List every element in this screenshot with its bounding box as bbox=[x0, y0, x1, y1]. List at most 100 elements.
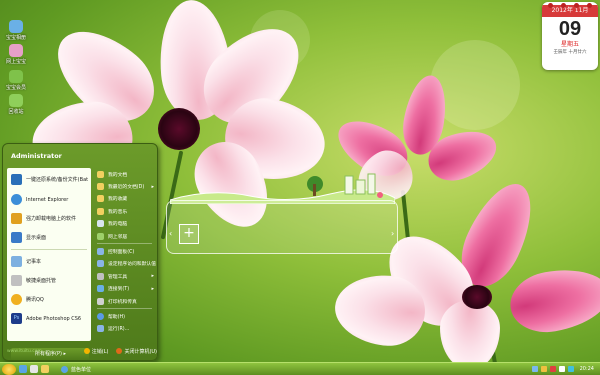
start-menu: Administrator 一键还原系统/备份文件(Bat Internet E… bbox=[2, 143, 158, 361]
widget-prev-arrow[interactable]: ‹ bbox=[169, 229, 172, 238]
desktop-icon-recycle-bin[interactable]: 回收站 bbox=[3, 94, 29, 115]
network-icon bbox=[97, 232, 104, 240]
start-place-label: 控制面板(C) bbox=[108, 250, 135, 256]
submenu-arrow-icon: ▸ bbox=[151, 183, 154, 190]
photo-album-icon bbox=[9, 20, 23, 33]
desktop-icon-label: 回收站 bbox=[8, 109, 24, 115]
start-button[interactable] bbox=[2, 363, 16, 375]
landscape-illustration bbox=[169, 173, 396, 205]
ie-icon bbox=[11, 194, 22, 205]
photo-widget-panel bbox=[166, 200, 398, 254]
submenu-arrow-icon: ▸ bbox=[151, 273, 154, 280]
start-item-show-desktop[interactable]: 显示桌面 bbox=[7, 228, 91, 247]
shutdown-label: 关闭计算机(U) bbox=[124, 348, 157, 355]
start-item-label: 记事本 bbox=[26, 259, 42, 265]
control-panel-icon bbox=[97, 248, 104, 256]
start-menu-places-list: 我的文档 我最近的文档(D) ▸ 我的收藏 我的音乐 我的电脑 网上邻居 控制面板… bbox=[93, 168, 156, 341]
tray-app-icon[interactable] bbox=[549, 366, 556, 372]
start-place-connect-to[interactable]: 连接到(T) ▸ bbox=[93, 283, 156, 295]
submenu-arrow-icon: ▸ bbox=[151, 285, 154, 292]
start-item-label: Adobe Photoshop CS6 bbox=[26, 315, 82, 322]
start-item-uninstaller[interactable]: 强力卸载电脑上的软件 bbox=[7, 209, 91, 228]
start-place-label: 我最近的文档(D) bbox=[108, 185, 145, 191]
qq-penguin-icon bbox=[11, 294, 22, 305]
start-item-label: Internet Explorer bbox=[26, 196, 69, 203]
tray-volume-icon[interactable] bbox=[558, 366, 565, 372]
task-label: 蓝色单位 bbox=[71, 366, 92, 373]
calendar-day: 09 bbox=[558, 18, 582, 40]
start-place-label: 我的文档 bbox=[108, 172, 128, 178]
music-icon bbox=[97, 207, 104, 215]
quicklaunch-desktop-icon[interactable] bbox=[30, 365, 38, 373]
shutdown-button[interactable]: 关闭计算机(U) bbox=[116, 348, 157, 355]
start-place-label: 管理工具 bbox=[108, 274, 128, 280]
widget-next-arrow[interactable]: › bbox=[391, 229, 394, 238]
tray-network-icon[interactable] bbox=[531, 366, 538, 372]
start-item-label: 一键还原系统/备份文件(Bat bbox=[26, 176, 89, 183]
start-place-program-defaults[interactable]: 设定程序访问和默认值 bbox=[93, 258, 156, 270]
start-place-label: 打印机和传真 bbox=[108, 299, 137, 305]
desktop-icon-label: 宝宝会员 bbox=[5, 85, 26, 91]
start-item-label: 显示桌面 bbox=[26, 235, 47, 241]
uninstall-icon bbox=[11, 213, 22, 224]
start-item-desktop-manager[interactable]: 敏捷桌面托管 bbox=[7, 271, 91, 290]
calendar-widget[interactable]: 2012年 11月 09 星期五 壬辰年 十月廿六 bbox=[542, 2, 598, 70]
start-place-favorites[interactable]: 我的收藏 bbox=[93, 193, 156, 205]
start-place-admin-tools[interactable]: 管理工具 ▸ bbox=[93, 270, 156, 282]
start-item-internet-explorer[interactable]: Internet Explorer bbox=[7, 190, 91, 209]
calendar-rings bbox=[548, 3, 592, 8]
taskbar-task-button[interactable]: 蓝色单位 bbox=[61, 364, 151, 374]
wallpaper-flower-center bbox=[158, 108, 200, 150]
run-icon bbox=[97, 325, 104, 333]
quicklaunch-ie-icon[interactable] bbox=[19, 365, 27, 373]
start-place-network[interactable]: 网上邻居 bbox=[93, 230, 156, 242]
restore-icon bbox=[11, 173, 22, 185]
start-place-my-music[interactable]: 我的音乐 bbox=[93, 205, 156, 217]
task-app-icon bbox=[61, 365, 68, 373]
start-item-label: 强力卸载电脑上的软件 bbox=[26, 216, 77, 222]
start-item-notepad[interactable]: 记事本 bbox=[7, 252, 91, 271]
start-menu-pinned-list: 一键还原系统/备份文件(Bat Internet Explorer 强力卸载电脑… bbox=[7, 168, 91, 360]
logoff-button[interactable]: 注销(L) bbox=[83, 348, 108, 355]
logoff-icon bbox=[83, 348, 90, 354]
desktop-icon-online[interactable]: 网上宝宝 bbox=[3, 44, 29, 65]
wallpaper-petal bbox=[505, 261, 600, 339]
desktop-icon-member[interactable]: 宝宝会员 bbox=[3, 70, 29, 91]
recent-docs-icon bbox=[97, 183, 104, 191]
tray-security-icon[interactable] bbox=[540, 366, 547, 372]
start-item-qq[interactable]: 腾讯QQ bbox=[7, 290, 91, 309]
start-place-label: 帮助(H) bbox=[108, 314, 125, 320]
wallpaper-flower-center bbox=[462, 285, 492, 309]
watermark-text: www.ituitu.com bbox=[7, 348, 42, 354]
favorites-icon bbox=[97, 195, 104, 203]
printer-icon bbox=[97, 297, 104, 305]
desktop-icon-photo-album[interactable]: 宝宝相册 bbox=[3, 20, 29, 41]
start-place-recent-documents[interactable]: 我最近的文档(D) ▸ bbox=[93, 180, 156, 192]
start-menu-username: Administrator bbox=[11, 152, 62, 160]
start-place-run[interactable]: 运行(R)... bbox=[93, 323, 156, 335]
divider bbox=[97, 308, 152, 310]
start-place-label: 我的音乐 bbox=[108, 209, 128, 215]
tray-input-icon[interactable] bbox=[567, 366, 574, 372]
start-place-printers[interactable]: 打印机和传真 bbox=[93, 295, 156, 307]
start-menu-footer: www.ituitu.com 注销(L) 关闭计算机(U) bbox=[7, 343, 157, 359]
quicklaunch-folder-icon[interactable] bbox=[41, 365, 49, 373]
desktop-manager-icon bbox=[11, 275, 22, 286]
start-place-my-computer[interactable]: 我的电脑 bbox=[93, 218, 156, 230]
taskbar-clock[interactable]: 20:24 bbox=[580, 366, 594, 372]
widget-add-button[interactable]: + bbox=[179, 224, 199, 244]
desktop: 宝宝相册 网上宝宝 宝宝会员 回收站 2012年 11月 09 星期五 壬辰年 … bbox=[0, 0, 600, 375]
start-place-control-panel[interactable]: 控制面板(C) bbox=[93, 245, 156, 257]
start-item-photoshop[interactable]: Ps Adobe Photoshop CS6 bbox=[7, 309, 91, 328]
start-item-system-restore[interactable]: 一键还原系统/备份文件(Bat bbox=[7, 168, 91, 190]
divider bbox=[97, 243, 152, 245]
divider bbox=[11, 249, 87, 250]
recycle-bin-icon bbox=[9, 94, 23, 107]
desktop-icon-label: 宝宝相册 bbox=[5, 35, 26, 41]
show-desktop-icon bbox=[11, 232, 22, 243]
member-icon bbox=[9, 70, 23, 83]
start-place-help[interactable]: 帮助(H) bbox=[93, 310, 156, 322]
desktop-icon-label: 网上宝宝 bbox=[5, 59, 26, 65]
start-place-label: 运行(R)... bbox=[108, 327, 130, 333]
start-place-my-documents[interactable]: 我的文档 bbox=[93, 168, 156, 180]
